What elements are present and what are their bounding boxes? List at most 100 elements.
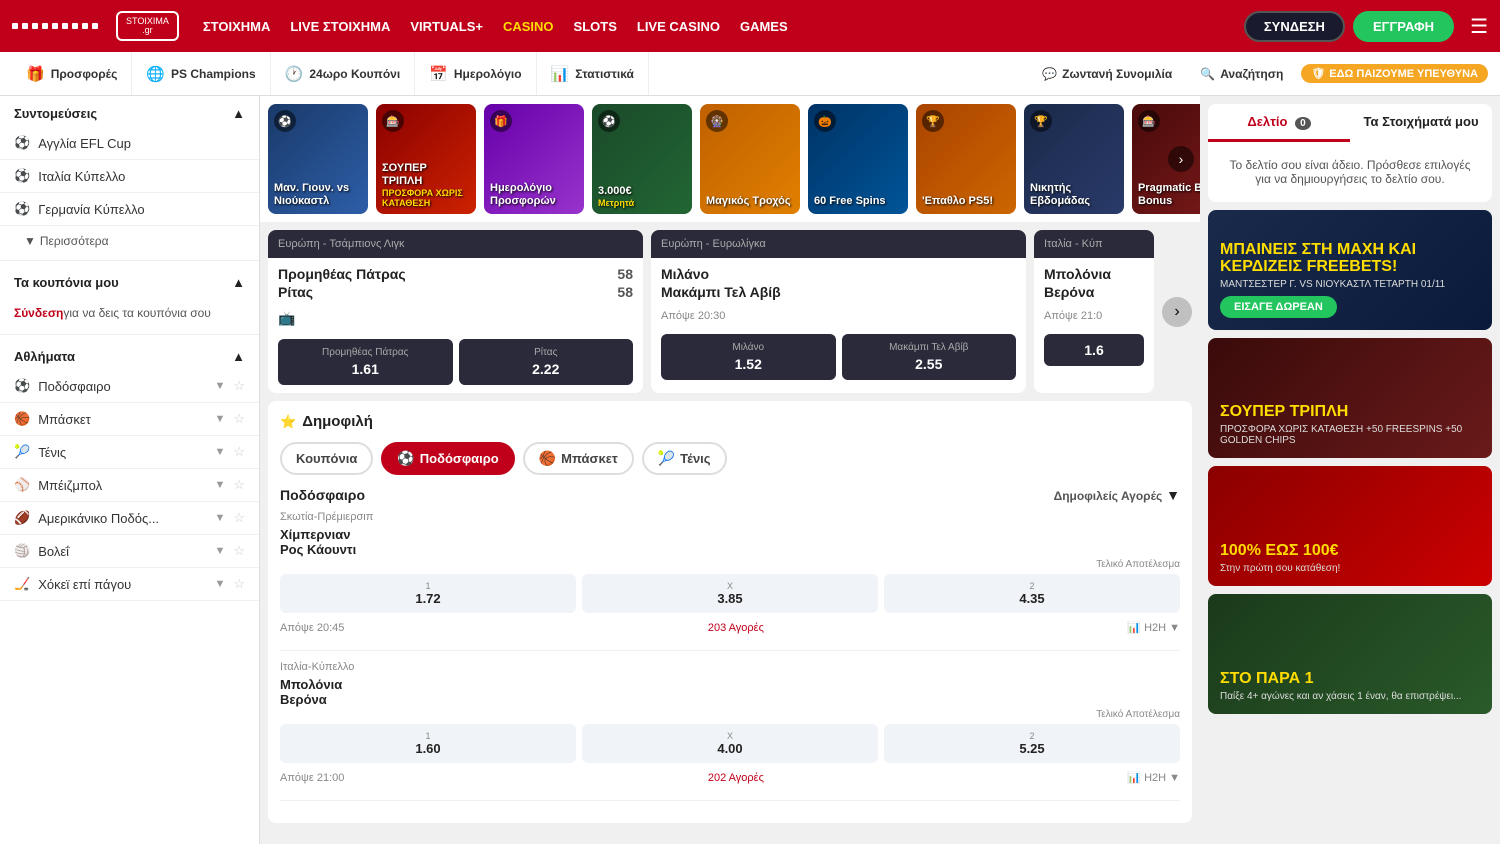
banner-sto-para[interactable]: ΣΤΟ ΠΑΡΑ 1 Παίξε 4+ αγώνες και αν χάσεις… (1208, 594, 1492, 714)
athletics-label: Αθλήματα (14, 349, 75, 364)
chat-icon: 💬 (1042, 67, 1057, 81)
subnav-stats[interactable]: 📊 Στατιστικά (537, 52, 649, 95)
match-1-odd-1[interactable]: 1 1.72 (280, 574, 576, 613)
sidebar-baseball[interactable]: ⚾ Μπέιζμπολ ▼ ☆ (0, 469, 259, 502)
am-football-fav-icon[interactable]: ☆ (233, 510, 245, 526)
tennis-fav-icon[interactable]: ☆ (233, 444, 245, 460)
match-1-h2h-button[interactable]: 📊 H2H ▼ (1127, 621, 1180, 634)
register-button[interactable]: ΕΓΓΡΑΦΗ (1353, 11, 1454, 42)
popular-header: ⭐ Δημοφιλή (280, 413, 1180, 430)
sidebar-item-italy[interactable]: ⚽ Ιταλία Κύπελλο (0, 160, 259, 193)
coupons-header[interactable]: Τα κουπόνια μου ▲ (0, 265, 259, 296)
ice-hockey-fav-icon[interactable]: ☆ (233, 576, 245, 592)
banner-super-triple[interactable]: ΣΟΥΠΕΡ ΤΡΙΠΛΗ ΠΡΟΣΦΟΡΑ ΧΩΡΙΣ ΚΑΤΑΘΕΣΗ +5… (1208, 338, 1492, 458)
events-next-button[interactable]: › (1162, 297, 1192, 327)
event-1-odd-1[interactable]: Προμηθέας Πάτρας 1.61 (278, 339, 453, 385)
login-link[interactable]: Σύνδεση (14, 306, 63, 320)
login-button[interactable]: ΣΥΝΔΕΣΗ (1244, 11, 1345, 42)
subnav-ps-champions[interactable]: 🌐 PS Champions (132, 52, 270, 95)
volleyball-fav-icon[interactable]: ☆ (233, 543, 245, 559)
banner-3-content: 100% ΕΩΣ 100€ Στην πρώτη σου κατάθεση! (1208, 466, 1492, 586)
nav-casino[interactable]: CASINO (503, 19, 554, 34)
match-1-odd-x[interactable]: Χ 3.85 (582, 574, 878, 613)
sidebar-football[interactable]: ⚽ Ποδόσφαιρο ▼ ☆ (0, 370, 259, 403)
match-1-odd-2[interactable]: 2 4.35 (884, 574, 1180, 613)
sidebar-ice-hockey[interactable]: 🏒 Χόκεϊ επί πάγου ▼ ☆ (0, 568, 259, 601)
betslip-tab2-label: Τα Στοιχήματά μου (1363, 114, 1478, 129)
ice-hockey-chevron-icon: ▼ (214, 578, 225, 590)
sidebar-basketball[interactable]: 🏀 Μπάσκετ ▼ ☆ (0, 403, 259, 436)
betslip-tab-deltion[interactable]: Δελτίο 0 (1208, 104, 1350, 142)
subnav-offers[interactable]: 🎁 Προσφορές (12, 52, 132, 95)
match-2-odd-x[interactable]: Χ 4.00 (582, 724, 878, 763)
promo-super-triple[interactable]: 🎰 ΣΟΥΠΕΡ ΤΡΙΠΛΗ ΠΡΟΣΦΟΡΑ ΧΩΡΙΣ ΚΑΤΑΘΕΣΗ (376, 104, 476, 214)
match-2-result-label: Τελικό Αποτέλεσμα (280, 709, 1180, 720)
baseball-fav-icon[interactable]: ☆ (233, 477, 245, 493)
coupons-note-text: για να δεις τα κουπόνια σου (63, 306, 211, 320)
sidebar-volleyball[interactable]: 🏐 Βολεΐ ▼ ☆ (0, 535, 259, 568)
match-1-info: Απόψε 20:45 203 Αγορές 📊 H2H ▼ (280, 621, 1180, 634)
pop-sport-title: Ποδόσφαιρο Δημοφιλείς Αγορές ▼ (280, 487, 1180, 503)
logo[interactable]: STOIXIMA .gr (116, 11, 179, 41)
responsible-gaming-badge[interactable]: 🛡 ΕΔΩ ΠΑΙΖΟΥΜΕ ΥΠΕΥΘΥΝΑ (1301, 64, 1488, 83)
promo-3000[interactable]: ⚽ 3.000€ Μετρητά (592, 104, 692, 214)
promo-icon-2: 🎰 (382, 110, 404, 132)
event-card-2: Ευρώπη - Ευρωλίγκα Μιλάνο Μακάμπι Τελ Αβ… (651, 230, 1026, 393)
subnav-calendar[interactable]: 📅 Ημερολόγιο (415, 52, 536, 95)
live-chat[interactable]: 💬 Ζωντανή Συνομιλία (1032, 67, 1182, 81)
nav-slots[interactable]: SLOTS (574, 19, 617, 34)
event-2-odd-1[interactable]: Μιλάνο 1.52 (661, 334, 836, 380)
sidebar-more[interactable]: ▼ Περισσότερα (0, 226, 259, 256)
chevron-down-icon: ▼ (24, 234, 36, 248)
nav-live-stoixima[interactable]: LIVE ΣΤΟΙΧΗΜΑ (290, 19, 390, 34)
event-3-odd-1[interactable]: 1.6 (1044, 334, 1144, 366)
promo-battles[interactable]: 🏆 'Επαθλο PS5! (916, 104, 1016, 214)
match-2-odd-1[interactable]: 1 1.60 (280, 724, 576, 763)
promo-60-free-spins[interactable]: 🎃 60 Free Spins (808, 104, 908, 214)
promo-wheel[interactable]: 🎡 Μαγικός Τροχός (700, 104, 800, 214)
betslip-tab-my-bets[interactable]: Τα Στοιχήματά μου (1350, 104, 1492, 142)
tab-tennis[interactable]: 🎾 Τένις (642, 442, 727, 475)
shortcuts-header[interactable]: Συντομεύσεις ▲ (0, 96, 259, 127)
event-2-odd-2[interactable]: Μακάμπι Τελ Αβίβ 2.55 (842, 334, 1017, 380)
nav-virtuals[interactable]: VIRTUALS+ (410, 19, 483, 34)
banner-1-cta-button[interactable]: ΕΙΣΑΓΕ ΔΩΡΕΑΝ (1220, 296, 1337, 318)
tab-coupons[interactable]: Κουπόνια (280, 442, 373, 475)
promo-title-2: ΣΟΥΠΕΡ ΤΡΙΠΛΗ (382, 162, 470, 188)
match-2-odd-2[interactable]: 2 5.25 (884, 724, 1180, 763)
nav-games[interactable]: GAMES (740, 19, 788, 34)
sidebar-item-germany[interactable]: ⚽ Γερμανία Κύπελλο (0, 193, 259, 226)
sidebar-tennis[interactable]: 🎾 Τένις ▼ ☆ (0, 436, 259, 469)
nav-live-casino[interactable]: LIVE CASINO (637, 19, 720, 34)
event-1-odd-2[interactable]: Ρίτας 2.22 (459, 339, 634, 385)
match-1-teams: Χίμπερνιαν Ρος Κάουντι (280, 527, 1180, 557)
promo-strip: ⚽ Μαν. Γιουν. vs Νιούκαστλ 🎰 ΣΟΥΠΕΡ ΤΡΙΠ… (260, 96, 1200, 222)
baseball-sport-icon: ⚾ (14, 477, 30, 493)
promo-offer-ps[interactable]: 🎁 Ημερολόγιο Προσφορών (484, 104, 584, 214)
football-fav-icon[interactable]: ☆ (233, 378, 245, 394)
hamburger-icon[interactable]: ☰ (1470, 14, 1488, 39)
promo-strip-next-button[interactable]: › (1168, 146, 1194, 172)
subnav-24h-coupon[interactable]: 🕐 24ωρο Κουπόνι (271, 52, 416, 95)
tab-football[interactable]: ⚽ Ποδόσφαιρο (381, 442, 514, 475)
match-1-markets[interactable]: 203 Αγορές (708, 622, 764, 634)
markets-dropdown[interactable]: Δημοφιλείς Αγορές ▼ (1054, 487, 1180, 503)
promo-nikitis[interactable]: 🏆 Νικητής Εβδομάδας (1024, 104, 1124, 214)
match-2-markets[interactable]: 202 Αγορές (708, 772, 764, 784)
match-2-h2h-button[interactable]: 📊 H2H ▼ (1127, 771, 1180, 784)
sidebar-american-football[interactable]: 🏈 Αμερικάνικο Ποδός... ▼ ☆ (0, 502, 259, 535)
nav-right: ΣΥΝΔΕΣΗ ΕΓΓΡΑΦΗ ☰ (1244, 11, 1488, 42)
banner-100-percent[interactable]: 100% ΕΩΣ 100€ Στην πρώτη σου κατάθεση! (1208, 466, 1492, 586)
nav-stoixima[interactable]: ΣΤΟΙΧΗΜΑ (203, 19, 271, 34)
right-panel: Δελτίο 0 Τα Στοιχήματά μου Το δελτίο σου… (1200, 96, 1500, 844)
baseball-label: Μπέιζμπολ (38, 478, 206, 493)
grid-icon[interactable] (12, 23, 98, 29)
basketball-fav-icon[interactable]: ☆ (233, 411, 245, 427)
event-3-league: Ιταλία - Κύπ (1034, 230, 1154, 258)
athletics-header[interactable]: Αθλήματα ▲ (0, 339, 259, 370)
promo-ps-champions[interactable]: ⚽ Μαν. Γιουν. vs Νιούκαστλ (268, 104, 368, 214)
sidebar-item-england[interactable]: ⚽ Αγγλία EFL Cup (0, 127, 259, 160)
banner-ps-champions[interactable]: ΜΠΑΙΝΕΙΣ ΣΤΗ ΜΑΧΗ ΚΑΙ ΚΕΡΔΙΖΕΙΣ FREEBETS… (1208, 210, 1492, 330)
search[interactable]: 🔍 Αναζήτηση (1190, 67, 1293, 81)
tab-basketball[interactable]: 🏀 Μπάσκετ (523, 442, 634, 475)
